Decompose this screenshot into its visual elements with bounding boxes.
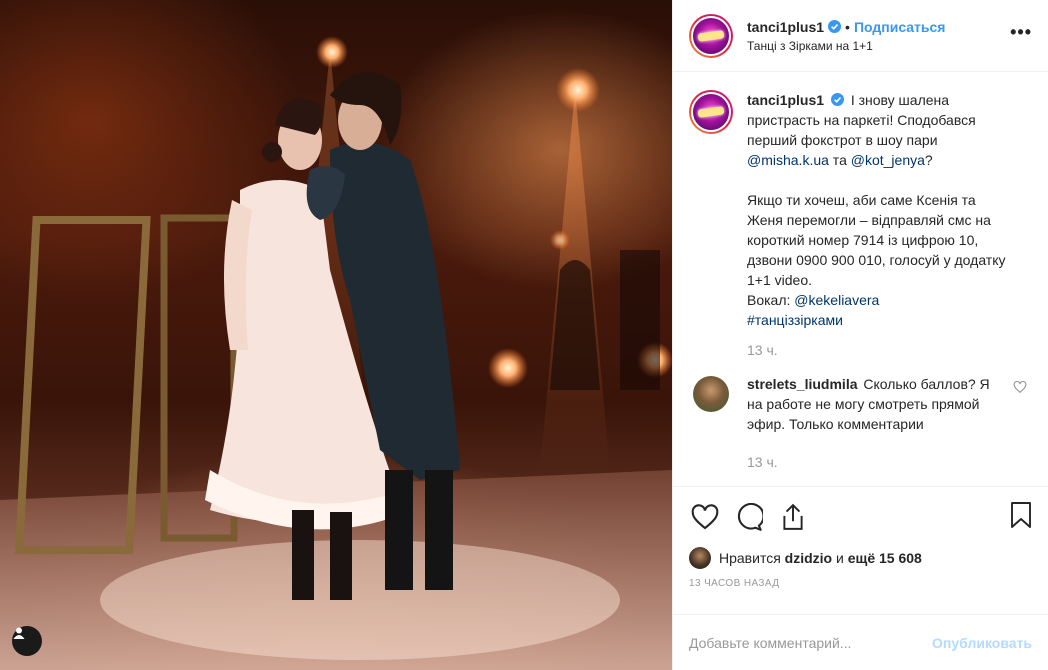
commenter-username[interactable]: strelets_liudmila	[747, 376, 858, 392]
caption-username[interactable]: tanci1plus1	[747, 92, 824, 108]
share-icon[interactable]	[777, 501, 809, 533]
more-options-icon[interactable]: •••	[1010, 23, 1032, 41]
mention-link[interactable]: @kot_jenya	[851, 152, 925, 168]
comment-body: strelets_liudmila Сколько баллов? Я на р…	[747, 374, 1007, 434]
comments-section[interactable]: tanci1plus1 І знову шалена пристрасть на…	[673, 72, 1048, 486]
add-comment-bar: Добавьте комментарий... Опубликовать	[673, 614, 1048, 670]
author-username[interactable]: tanci1plus1	[747, 19, 824, 35]
verified-badge-icon	[830, 93, 844, 106]
liker-username[interactable]: dzidzio	[785, 550, 832, 566]
separator-dot: •	[845, 18, 850, 35]
post-photo[interactable]	[0, 0, 672, 670]
post-location[interactable]: Танці з Зірками на 1+1	[747, 39, 945, 53]
verified-badge-icon	[828, 20, 842, 33]
hashtag-link[interactable]: #танціззірками	[747, 312, 843, 328]
instagram-post-modal: tanci1plus1 • Подписаться Танці з Зіркам…	[0, 0, 1048, 670]
caption-paragraph: Якщо ти хочеш, аби саме Ксенія та Женя п…	[747, 192, 1006, 288]
likes-and: и	[836, 550, 844, 566]
stage-scene-illustration	[0, 36, 672, 670]
post-actions-bar	[673, 486, 1048, 546]
comment-icon[interactable]	[733, 501, 765, 533]
likes-count[interactable]: ещё 15 608	[848, 550, 922, 566]
post-side-panel: tanci1plus1 • Подписаться Танці з Зіркам…	[672, 0, 1048, 670]
likes-summary: Нравится dzidzio и ещё 15 608	[673, 546, 1048, 570]
post-timestamp[interactable]: 13 часов назад	[673, 578, 1048, 600]
mention-link[interactable]: @kekeliavera	[794, 292, 879, 308]
comment-like-heart-icon[interactable]	[1013, 380, 1027, 394]
liker-avatar[interactable]	[689, 547, 711, 569]
caption-author-avatar[interactable]	[689, 90, 733, 134]
comment-input[interactable]: Добавьте комментарий...	[689, 635, 932, 651]
caption: tanci1plus1 І знову шалена пристрасть на…	[689, 90, 1032, 360]
user-menu-icon[interactable]	[12, 626, 42, 656]
author-avatar[interactable]	[689, 13, 733, 58]
bookmark-icon[interactable]	[1010, 501, 1032, 534]
caption-body: tanci1plus1 І знову шалена пристрасть на…	[747, 90, 1007, 360]
heart-icon[interactable]	[689, 501, 721, 533]
mention-link[interactable]: @misha.k.ua	[747, 152, 829, 168]
follow-button[interactable]: Подписаться	[854, 19, 946, 35]
comment-time[interactable]: 13 ч.	[747, 454, 1032, 470]
commenter-avatar[interactable]	[693, 376, 729, 412]
comment-item: strelets_liudmila Сколько баллов? Я на р…	[689, 374, 1032, 434]
caption-time[interactable]: 13 ч.	[747, 340, 1007, 360]
publish-button[interactable]: Опубликовать	[932, 635, 1032, 651]
likes-prefix: Нравится	[719, 550, 781, 566]
post-header: tanci1plus1 • Подписаться Танці з Зіркам…	[673, 0, 1048, 72]
caption-vocal-label: Вокал:	[747, 292, 795, 308]
caption-punctuation: ?	[924, 152, 933, 168]
caption-conjunction: та	[828, 152, 851, 168]
